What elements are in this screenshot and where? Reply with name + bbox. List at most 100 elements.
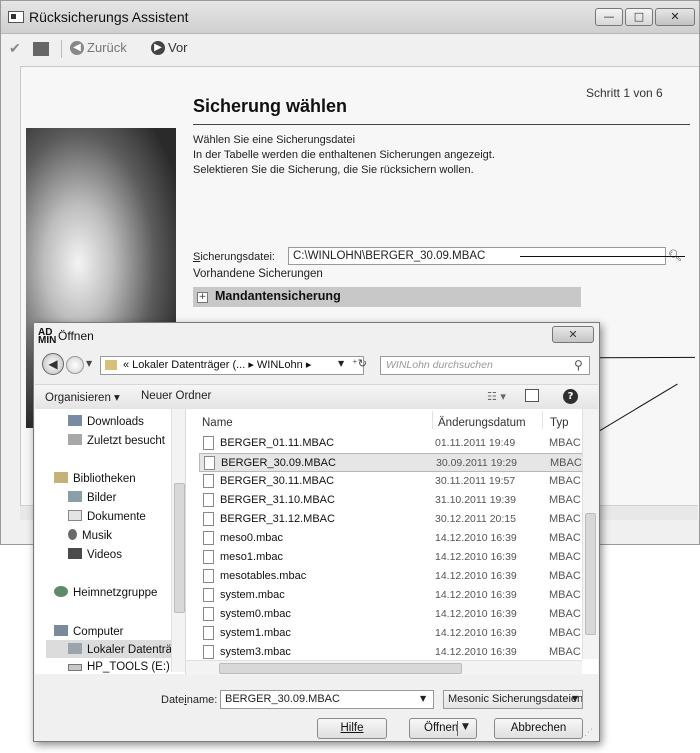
- nav-scrollbar-thumb[interactable]: [174, 483, 185, 613]
- finish-check-icon[interactable]: ✔: [9, 40, 21, 57]
- file-date: 14.12.2010 16:39: [435, 646, 517, 658]
- file-type-select[interactable]: Mesonic Sicherungsdateien (*.MBAC): [443, 690, 583, 709]
- column-separator: [542, 411, 543, 429]
- nav-item-videos[interactable]: Videos: [68, 548, 122, 561]
- file-icon: [203, 645, 214, 659]
- file-row[interactable]: meso0.mbac 14.12.2010 16:39 MBAC: [199, 529, 583, 548]
- file-name: system0.mbac: [220, 608, 291, 620]
- file-row[interactable]: mesotables.mbac 14.12.2010 16:39 MBAC: [199, 567, 583, 586]
- dialog-close-button[interactable]: ✕: [552, 326, 594, 343]
- file-row[interactable]: BERGER_31.10.MBAC 31.10.2011 19:39 MBAC: [199, 491, 583, 510]
- nav-label: Computer: [73, 626, 124, 638]
- wizard-titlebar[interactable]: Rücksicherungs Assistent — □ ✕: [1, 1, 699, 34]
- file-date: 01.11.2011 19:49: [435, 437, 516, 449]
- nav-item-pictures[interactable]: Bilder: [68, 491, 116, 504]
- file-icon: [203, 474, 214, 488]
- forward-icon[interactable]: [66, 356, 84, 374]
- view-options-icon[interactable]: ☷ ▾: [487, 390, 506, 403]
- search-icon[interactable]: ⚲: [574, 358, 583, 372]
- file-name: system.mbac: [220, 589, 285, 601]
- back-button[interactable]: Zurück: [87, 40, 127, 55]
- file-row[interactable]: system.mbac 14.12.2010 16:39 MBAC: [199, 586, 583, 605]
- stamp-icon[interactable]: [33, 42, 49, 56]
- new-folder-button[interactable]: Neuer Ordner: [141, 390, 211, 402]
- filename-dropdown-icon[interactable]: ▼: [420, 694, 426, 703]
- nav-label: Heimnetzgruppe: [73, 587, 158, 599]
- documents-icon: [68, 510, 82, 521]
- file-icon: [203, 607, 214, 621]
- help-icon[interactable]: ?: [563, 389, 578, 404]
- existing-backups-label: Vorhandene Sicherungen: [193, 268, 323, 280]
- file-row[interactable]: system1.mbac 14.12.2010 16:39 MBAC: [199, 624, 583, 643]
- column-header-date[interactable]: Änderungsdatum: [438, 417, 526, 429]
- address-path[interactable]: « Lokaler Datenträger (... ▸ WINLohn ▸: [123, 357, 311, 374]
- file-row[interactable]: BERGER_30.09.MBAC 30.09.2011 19:29 MBAC: [199, 453, 583, 472]
- drive-icon: [68, 664, 82, 671]
- minimize-button[interactable]: —: [595, 8, 623, 26]
- next-button[interactable]: Vor: [168, 40, 188, 55]
- heading-divider: [193, 124, 690, 125]
- organize-button[interactable]: Organisieren ▾: [45, 390, 120, 404]
- file-row[interactable]: system0.mbac 14.12.2010 16:39 MBAC: [199, 605, 583, 624]
- filename-label-part: Date: [161, 694, 185, 706]
- address-dropdown-icon[interactable]: ▼: [338, 359, 344, 368]
- nav-item-local-disk[interactable]: Lokaler Datenträg: [68, 643, 178, 656]
- nav-item-music[interactable]: Musik: [68, 529, 112, 542]
- file-name: BERGER_01.11.MBAC: [220, 437, 335, 449]
- nav-label: Bilder: [87, 492, 117, 504]
- column-separator: [432, 411, 433, 429]
- column-header-name[interactable]: Name: [202, 417, 233, 429]
- resize-grip-icon[interactable]: ⋰: [584, 728, 593, 738]
- file-type-dropdown-icon[interactable]: ▼: [572, 694, 578, 703]
- file-icon: [203, 531, 214, 545]
- file-name: BERGER_31.10.MBAC: [220, 494, 335, 506]
- maximize-button[interactable]: □: [625, 8, 653, 26]
- file-list-scrollbar-thumb[interactable]: [585, 513, 596, 635]
- homegroup-icon: [54, 586, 68, 597]
- refresh-icon[interactable]: ⁺↻: [352, 357, 367, 370]
- cancel-button[interactable]: Abbrechen: [494, 718, 583, 739]
- back-icon[interactable]: ◀: [42, 353, 64, 375]
- file-name: meso1.mbac: [220, 551, 283, 563]
- history-dropdown-icon[interactable]: ▼: [86, 359, 92, 368]
- column-header-type[interactable]: Typ: [550, 417, 569, 429]
- open-options-dropdown-icon[interactable]: ▼: [462, 722, 469, 732]
- help-button[interactable]: Hilfe: [317, 718, 387, 739]
- wizard-title: Rücksicherungs Assistent: [29, 9, 189, 25]
- wizard-toolbar: ✔ ◀ Zurück ▶ Vor: [1, 34, 699, 62]
- file-row[interactable]: meso1.mbac 14.12.2010 16:39 MBAC: [199, 548, 583, 567]
- filename-label-part: name:: [186, 694, 218, 706]
- nav-item-computer[interactable]: Computer: [54, 625, 124, 638]
- file-row[interactable]: BERGER_31.12.MBAC 30.12.2011 20:15 MBAC: [199, 510, 583, 529]
- nav-item-libraries[interactable]: Bibliotheken: [54, 472, 136, 485]
- forward-arrow-icon[interactable]: ▶: [151, 41, 165, 55]
- preview-pane-icon[interactable]: [525, 389, 539, 402]
- nav-item-homegroup[interactable]: Heimnetzgruppe: [54, 586, 157, 599]
- toolbar-separator: [61, 40, 62, 58]
- file-name: mesotables.mbac: [220, 570, 307, 582]
- back-arrow-icon[interactable]: ◀: [70, 41, 84, 55]
- file-row[interactable]: BERGER_30.11.MBAC 30.11.2011 19:57 MBAC: [199, 472, 583, 491]
- file-row[interactable]: BERGER_01.11.MBAC 01.11.2011 19:49 MBAC: [199, 434, 583, 453]
- description-line: Wählen Sie eine Sicherungsdatei: [193, 134, 356, 146]
- nav-item-documents[interactable]: Dokumente: [68, 510, 146, 523]
- nav-item-downloads[interactable]: Downloads: [68, 415, 144, 428]
- filename-input[interactable]: BERGER_30.09.MBAC: [220, 690, 434, 709]
- search-input[interactable]: WINLohn durchsuchen: [380, 356, 590, 375]
- expand-icon[interactable]: +: [197, 292, 208, 303]
- file-date: 14.12.2010 16:39: [435, 589, 517, 601]
- nav-item-recent[interactable]: Zuletzt besucht: [68, 434, 165, 447]
- file-date: 30.09.2011 19:29: [436, 457, 517, 469]
- backup-file-label: Sicherungsdatei:: [193, 251, 275, 263]
- nav-item-hp-tools[interactable]: HP_TOOLS (E:): [68, 661, 170, 673]
- file-name: BERGER_30.09.MBAC: [221, 457, 336, 469]
- file-name: BERGER_31.12.MBAC: [220, 513, 335, 525]
- pictures-icon: [68, 491, 82, 502]
- close-button[interactable]: ✕: [655, 8, 695, 26]
- backup-tree-row[interactable]: + Mandantensicherung: [193, 287, 581, 307]
- file-list-hscrollbar-thumb[interactable]: [219, 663, 462, 674]
- file-type: MBAC: [549, 570, 581, 582]
- file-type: MBAC: [549, 475, 581, 487]
- address-bar[interactable]: « Lokaler Datenträger (... ▸ WINLohn ▸: [100, 356, 364, 375]
- videos-icon: [68, 548, 82, 559]
